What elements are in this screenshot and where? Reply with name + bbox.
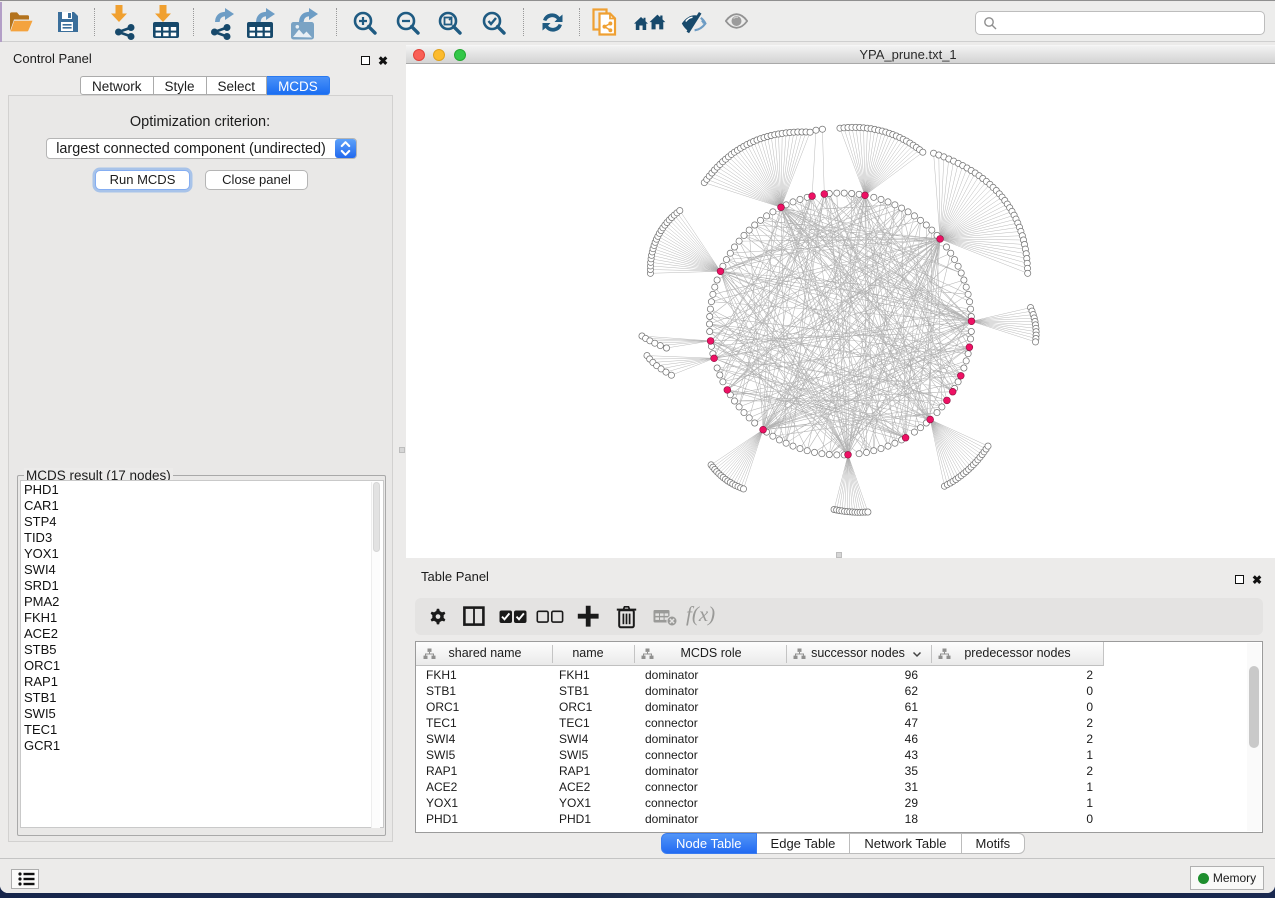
svg-text:f(x): f(x)	[686, 603, 715, 626]
